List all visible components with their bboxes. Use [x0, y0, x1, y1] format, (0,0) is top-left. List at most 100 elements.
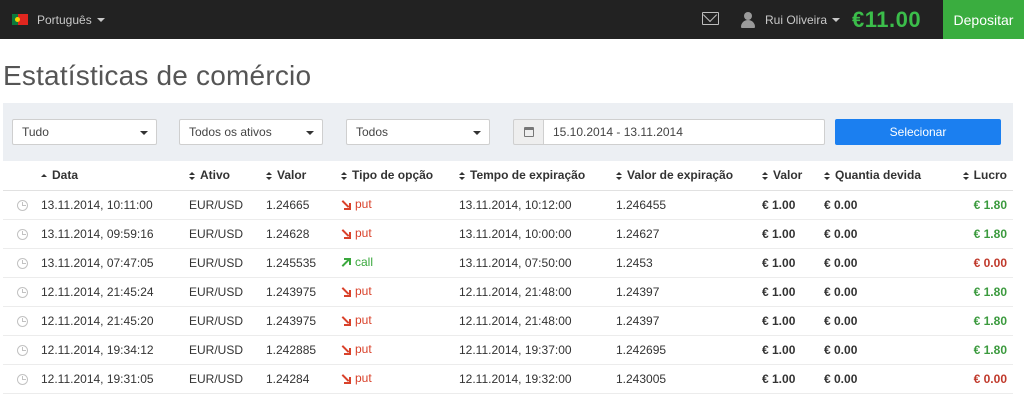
asset-select-value: Todos os ativos — [189, 125, 272, 139]
cell-profit: € 1.80 — [962, 335, 1013, 365]
result-select-value: Todos — [356, 125, 389, 139]
cell-expiry-value: 1.243005 — [616, 364, 762, 394]
sort-icon — [762, 171, 769, 181]
cell-option-type: put — [341, 190, 459, 220]
arrow-up-icon — [341, 257, 351, 267]
chevron-down-icon — [832, 17, 841, 22]
type-select-value: Tudo — [22, 125, 49, 139]
cell-amount: € 1.00 — [762, 190, 824, 220]
top-navbar: Português Rui Oliveira €11.00 Depositar — [0, 0, 1024, 39]
chevron-down-icon — [140, 131, 148, 135]
chevron-down-icon — [306, 131, 314, 135]
user-name: Rui Oliveira — [765, 12, 828, 27]
cell-owed: € 0.00 — [824, 335, 962, 365]
clock-icon — [17, 315, 28, 327]
clock-icon — [17, 344, 28, 356]
cell-date: 13.11.2014, 09:59:16 — [41, 219, 189, 249]
cell-amount: € 1.00 — [762, 219, 824, 249]
cell-owed: € 0.00 — [824, 364, 962, 394]
cell-asset: EUR/USD — [189, 306, 266, 336]
sort-icon — [962, 171, 970, 181]
clock-icon — [17, 286, 28, 298]
arrow-down-icon — [341, 200, 351, 210]
cell-owed: € 0.00 — [824, 277, 962, 307]
apply-filter-button[interactable]: Selecionar — [835, 119, 1001, 145]
cell-asset: EUR/USD — [189, 248, 266, 278]
type-select[interactable]: Tudo — [12, 119, 157, 145]
header-expiry-time[interactable]: Tempo de expiração — [459, 161, 616, 191]
cell-value: 1.24665 — [266, 190, 341, 220]
portugal-flag-icon — [12, 14, 28, 25]
language-selector[interactable]: Português — [12, 0, 105, 39]
account-balance: €11.00 — [852, 6, 922, 32]
cell-value: 1.242885 — [266, 335, 341, 365]
cell-value: 1.243975 — [266, 277, 341, 307]
filter-bar: Tudo Todos os ativos Todos Selecionar — [3, 103, 1013, 161]
cell-amount: € 1.00 — [762, 277, 824, 307]
cell-value: 1.24284 — [266, 364, 341, 394]
cell-value: 1.243975 — [266, 306, 341, 336]
trade-stats-table: Data Ativo Valor Tipo de opção Tempo de … — [3, 161, 1013, 394]
table-row: 12.11.2014, 19:34:12 EUR/USD 1.242885 put 12… — [3, 335, 1013, 365]
cell-expiry-time: 12.11.2014, 21:48:00 — [459, 306, 616, 336]
header-option-type[interactable]: Tipo de opção — [341, 161, 459, 191]
header-amount[interactable]: Valor — [762, 161, 824, 191]
cell-owed: € 0.00 — [824, 248, 962, 278]
date-range-input[interactable] — [544, 119, 825, 145]
sort-icon — [824, 171, 831, 181]
cell-profit: € 0.00 — [962, 364, 1013, 394]
cell-asset: EUR/USD — [189, 335, 266, 365]
header-date[interactable]: Data — [41, 161, 189, 191]
cell-value: 1.245535 — [266, 248, 341, 278]
cell-expiry-time: 12.11.2014, 19:32:00 — [459, 364, 616, 394]
cell-date: 12.11.2014, 19:34:12 — [41, 335, 189, 365]
cell-owed: € 0.00 — [824, 306, 962, 336]
cell-option-type: put — [341, 335, 459, 365]
clock-icon — [17, 228, 28, 240]
cell-profit: € 1.80 — [962, 190, 1013, 220]
cell-amount: € 1.00 — [762, 364, 824, 394]
calendar-button[interactable] — [513, 119, 544, 145]
cell-expiry-value: 1.24397 — [616, 277, 762, 307]
cell-asset: EUR/USD — [189, 190, 266, 220]
arrow-down-icon — [341, 316, 351, 326]
cell-expiry-value: 1.246455 — [616, 190, 762, 220]
header-owed[interactable]: Quantia devida — [824, 161, 962, 191]
cell-profit: € 1.80 — [962, 219, 1013, 249]
user-menu[interactable]: Rui Oliveira — [741, 0, 841, 39]
sort-icon — [341, 171, 348, 181]
date-range-picker — [513, 119, 825, 145]
cell-profit: € 0.00 — [962, 248, 1013, 278]
cell-expiry-time: 13.11.2014, 10:00:00 — [459, 219, 616, 249]
sort-icon — [189, 171, 196, 181]
header-expiry-value[interactable]: Valor de expiração — [616, 161, 762, 191]
cell-asset: EUR/USD — [189, 364, 266, 394]
asset-select[interactable]: Todos os ativos — [179, 119, 323, 145]
user-icon — [741, 11, 755, 28]
sort-icon — [616, 171, 623, 181]
table-row: 12.11.2014, 21:45:20 EUR/USD 1.243975 put 12… — [3, 306, 1013, 336]
sort-asc-icon — [41, 172, 48, 181]
mail-icon[interactable] — [702, 12, 719, 25]
cell-asset: EUR/USD — [189, 219, 266, 249]
table-row: 13.11.2014, 09:59:16 EUR/USD 1.24628 put 13.… — [3, 219, 1013, 249]
clock-icon — [17, 257, 28, 269]
header-asset[interactable]: Ativo — [189, 161, 266, 191]
result-select[interactable]: Todos — [346, 119, 490, 145]
deposit-button[interactable]: Depositar — [943, 0, 1024, 39]
table-header-row: Data Ativo Valor Tipo de opção Tempo de … — [3, 161, 1013, 191]
page-title: Estatísticas de comércio — [3, 60, 312, 91]
table-row: 12.11.2014, 19:31:05 EUR/USD 1.24284 put 12.… — [3, 364, 1013, 394]
arrow-down-icon — [341, 229, 351, 239]
cell-option-type: put — [341, 277, 459, 307]
arrow-down-icon — [341, 287, 351, 297]
cell-owed: € 0.00 — [824, 190, 962, 220]
header-icon — [3, 161, 41, 191]
cell-date: 12.11.2014, 21:45:20 — [41, 306, 189, 336]
header-value[interactable]: Valor — [266, 161, 341, 191]
cell-value: 1.24628 — [266, 219, 341, 249]
arrow-down-icon — [341, 374, 351, 384]
arrow-down-icon — [341, 345, 351, 355]
cell-amount: € 1.00 — [762, 335, 824, 365]
header-profit[interactable]: Lucro — [962, 161, 1013, 191]
